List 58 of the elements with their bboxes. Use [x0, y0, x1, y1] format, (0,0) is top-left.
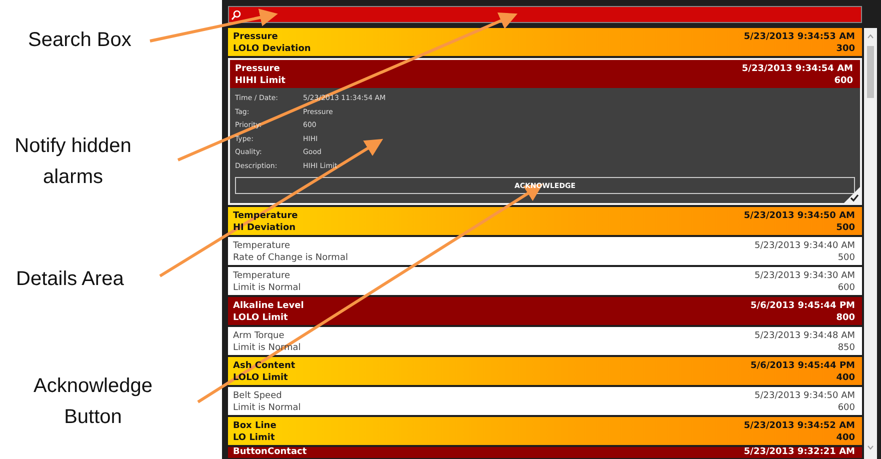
alarm-description: HIHI Limit — [235, 75, 286, 87]
alarm-description: LOLO Deviation — [233, 43, 311, 55]
alarm-row[interactable]: Temperature 5/23/2013 9:34:30 AM Limit is Normal 600 — [228, 267, 862, 295]
alarm-tag: Temperature — [233, 270, 290, 282]
search-icon — [231, 10, 241, 20]
alarm-description: LO Limit — [233, 432, 275, 444]
alarm-value: 600 — [838, 402, 855, 414]
alarm-value: 300 — [836, 43, 855, 55]
alarm-time: 5/23/2013 9:34:54 AM — [742, 63, 853, 75]
search-field[interactable] — [228, 6, 862, 23]
alarm-time: 5/6/2013 9:45:44 PM — [750, 360, 855, 372]
callout-label: Acknowledge Button — [32, 374, 154, 430]
alarm-description: HI Deviation — [233, 222, 296, 234]
alarm-time: 5/23/2013 9:34:52 AM — [744, 420, 855, 432]
alarm-time: 5/23/2013 9:32:21 AM — [744, 447, 855, 458]
alarm-value: 800 — [836, 312, 855, 324]
alarm-row[interactable]: Pressure 5/23/2013 9:34:53 AM LOLO Deviation 300 — [228, 28, 862, 56]
alarm-time: 5/6/2013 9:45:44 PM — [750, 300, 855, 312]
alarm-row[interactable]: Temperature 5/23/2013 9:34:50 AM HI Deviation 500 — [228, 207, 862, 235]
alarm-row[interactable]: ButtonContact 5/23/2013 9:32:21 AM — [228, 447, 862, 458]
alarm-tag: Belt Speed — [233, 390, 282, 402]
alarm-time: 5/23/2013 9:34:30 AM — [754, 270, 855, 282]
alarm-value: 500 — [838, 252, 855, 264]
callout-label: Search Box — [28, 28, 132, 53]
alarm-time: 5/23/2013 9:34:40 AM — [754, 240, 855, 252]
alarm-tag: Pressure — [233, 31, 278, 43]
alarm-description: LOLO Limit — [233, 372, 288, 384]
alarm-time: 5/23/2013 9:34:53 AM — [744, 31, 855, 43]
alarm-tag: Ash Content — [233, 360, 296, 372]
alarm-time: 5/23/2013 9:34:50 AM — [754, 390, 855, 402]
alarm-row[interactable]: Pressure 5/23/2013 9:34:54 AM HIHI Limit 600 — [230, 60, 860, 88]
alarm-value: 400 — [836, 372, 855, 384]
alarm-row[interactable]: Temperature 5/23/2013 9:34:40 AM Rate of Change is Normal 500 — [228, 237, 862, 265]
alarm-tag: ButtonContact — [233, 447, 307, 458]
alarm-row[interactable]: Alkaline Level 5/6/2013 9:45:44 PM LOLO Limit 800 — [228, 297, 862, 325]
alarm-tag: Arm Torque — [233, 330, 284, 342]
alarm-tag: Alkaline Level — [233, 300, 304, 312]
alarm-value: 600 — [838, 282, 855, 294]
alarm-description: Limit is Normal — [233, 402, 301, 414]
alarm-value: 600 — [834, 75, 853, 87]
alarm-row[interactable]: Box Line 5/23/2013 9:34:52 AM LO Limit 400 — [228, 417, 862, 445]
alarm-tag: Temperature — [233, 240, 290, 252]
alarm-row[interactable]: Ash Content 5/6/2013 9:45:44 PM LOLO Limit 400 — [228, 357, 862, 385]
alarm-tag: Box Line — [233, 420, 276, 432]
alarm-description: Rate of Change is Normal — [233, 252, 348, 264]
callout-label: Details Area — [16, 267, 124, 292]
callout-label: Notify hidden alarms — [14, 134, 132, 190]
alarm-row[interactable]: Belt Speed 5/23/2013 9:34:50 AM Limit is Normal 600 — [228, 387, 862, 415]
alarm-description: LOLO Limit — [233, 312, 288, 324]
alarm-description: Limit is Normal — [233, 282, 301, 294]
alarm-time: 5/23/2013 9:34:50 AM — [744, 210, 855, 222]
alarm-tag: Pressure — [235, 63, 280, 75]
alarm-tag: Temperature — [233, 210, 298, 222]
alarm-value: 500 — [836, 222, 855, 234]
alarm-value: 400 — [836, 432, 855, 444]
alarm-time: 5/23/2013 9:34:48 AM — [754, 330, 855, 342]
scrollbar[interactable] — [864, 28, 877, 459]
alarm-value: 850 — [838, 342, 855, 354]
